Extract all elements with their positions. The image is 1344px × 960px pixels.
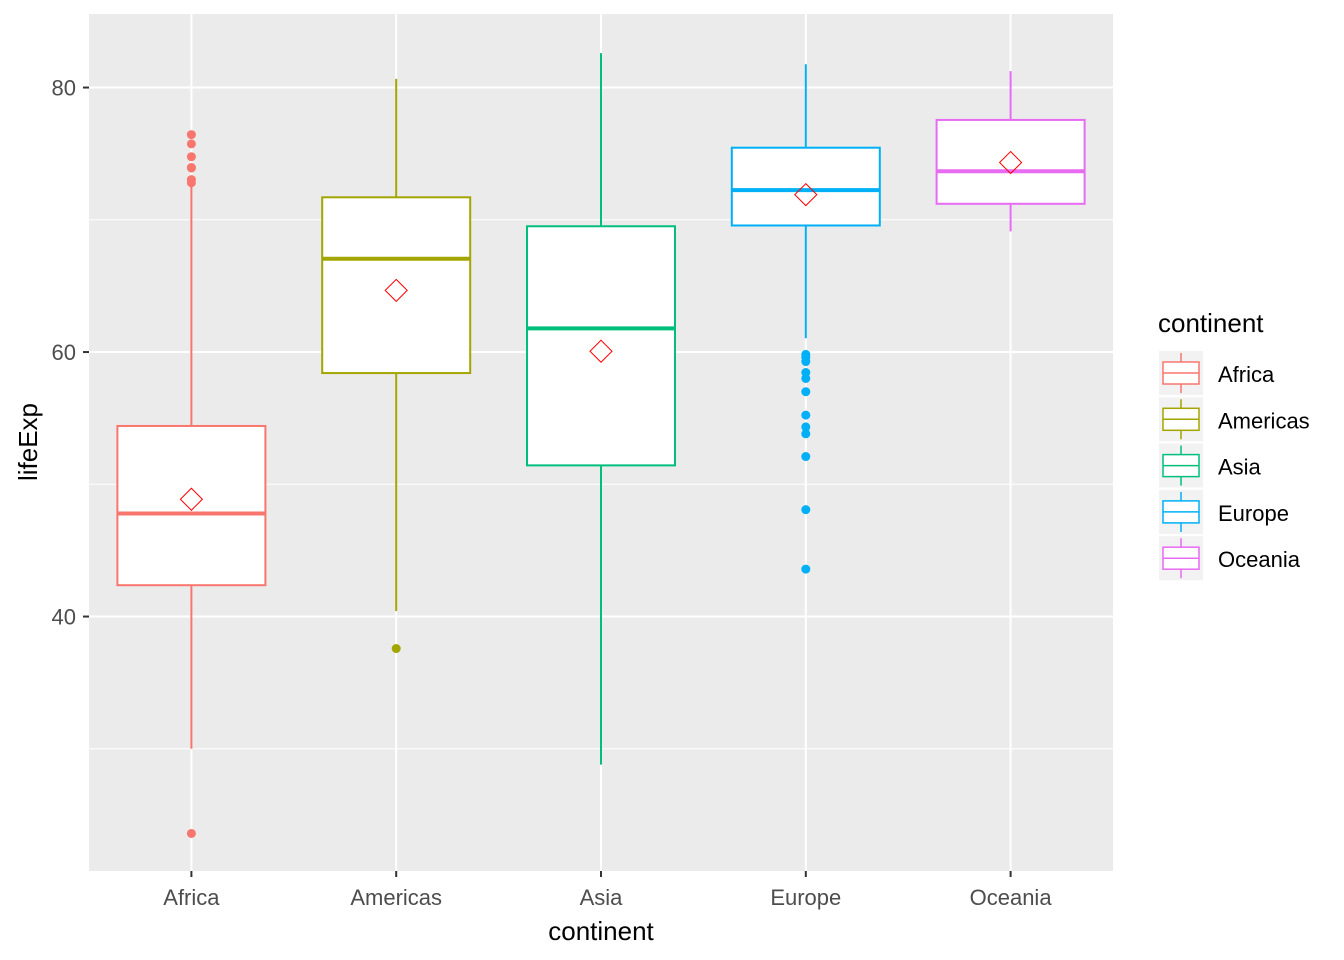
outlier-point [186,139,196,149]
legend-label: Europe [1218,501,1289,526]
x-tick-label: Africa [163,885,220,910]
x-tick-label: Americas [350,885,442,910]
outlier-point [801,452,811,462]
legend-label: Asia [1218,455,1262,480]
x-tick-label: Asia [580,885,624,910]
legend-item-asia: Asia [1159,443,1262,488]
box-iqr [116,424,267,587]
outlier-point [391,644,401,654]
y-tick-label: 80 [52,76,76,101]
outlier-point [801,564,811,574]
outlier-point [801,387,811,397]
outlier-point [186,163,196,173]
legend-item-europe: Europe [1159,489,1289,534]
box-iqr [526,225,676,467]
outlier-point [801,349,811,359]
y-tick-label: 60 [52,340,76,365]
outlier-point [186,130,196,140]
legend-item-oceania: Oceania [1159,536,1301,581]
legend-item-americas: Americas [1159,397,1310,442]
box-iqr [935,118,1086,205]
outlier-point [186,828,196,838]
legend-label: Oceania [1218,547,1301,572]
box-iqr [321,196,472,375]
outlier-point [186,152,196,162]
outlier-point [801,368,811,378]
outlier-point [801,505,811,515]
box-iqr [730,146,881,227]
outlier-point [801,422,811,432]
y-axis-title: lifeExp [13,403,43,481]
legend-label: Africa [1218,362,1275,387]
legend-label: Americas [1218,408,1310,433]
boxplot-chart: 40 60 80 Africa Americas Asia Europe Oceania co… [13,14,1310,946]
x-tick-label: Oceania [970,885,1053,910]
outlier-point [801,410,811,420]
x-axis-title: continent [548,916,654,946]
x-tick-label: Europe [770,885,841,910]
y-tick-label: 40 [52,605,76,630]
outlier-point [186,175,196,185]
legend-item-africa: Africa [1159,351,1275,395]
legend-title: continent [1158,308,1264,338]
